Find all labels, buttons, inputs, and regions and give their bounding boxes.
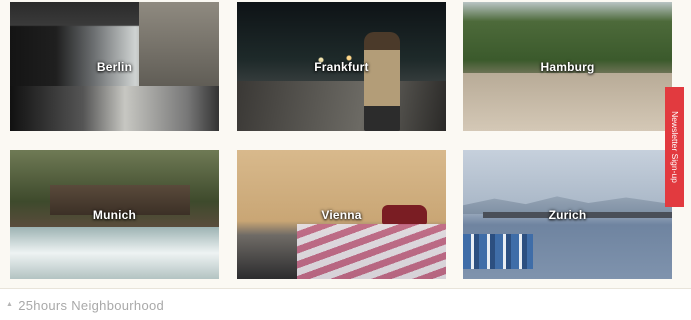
newsletter-signup-label: Newsletter Sign-up (669, 111, 680, 183)
city-label: Frankfurt (314, 59, 369, 74)
city-label: Munich (92, 207, 137, 222)
city-tile-frankfurt[interactable]: Frankfurt (237, 2, 446, 131)
city-tile-berlin[interactable]: Berlin (10, 2, 219, 131)
city-tile-vienna[interactable]: Vienna (237, 150, 446, 279)
divider (0, 288, 691, 289)
neighbourhood-label: 25hours Neighbourhood (18, 298, 165, 313)
city-label: Berlin (96, 59, 133, 74)
city-tile-zurich[interactable]: Zurich (463, 150, 672, 279)
city-tile-munich[interactable]: Munich (10, 150, 219, 279)
newsletter-signup-tab[interactable]: Newsletter Sign-up (665, 87, 684, 207)
city-grid: Berlin Frankfurt Hamburg Munich Vienna Z… (10, 2, 673, 280)
triangle-up-icon: ▲ (6, 301, 14, 308)
city-label: Hamburg (540, 59, 595, 74)
city-label: Zurich (548, 207, 587, 222)
city-grid-panel: Berlin Frankfurt Hamburg Munich Vienna Z… (0, 0, 691, 288)
city-label: Vienna (321, 207, 362, 222)
city-tile-hamburg[interactable]: Hamburg (463, 2, 672, 131)
neighbourhood-link[interactable]: ▲ 25hours Neighbourhood (6, 298, 164, 313)
